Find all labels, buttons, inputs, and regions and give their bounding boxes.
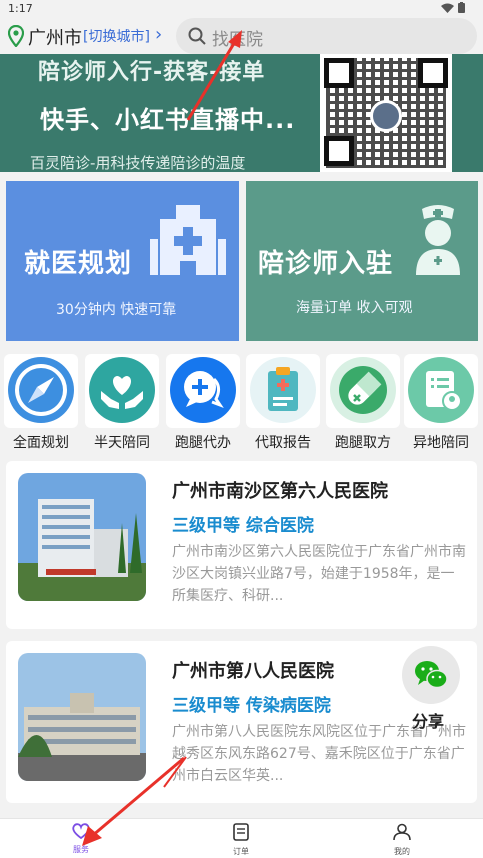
hospital-name: 广州市南沙区第六人民医院	[172, 481, 388, 502]
pill-icon	[339, 366, 387, 414]
service-label: 跑腿取方	[335, 435, 391, 451]
battery-icon	[458, 2, 465, 13]
bottom-tab-bar: 服务 订单 我的	[0, 818, 483, 858]
current-city[interactable]: 广州市	[28, 24, 82, 50]
service-half-day[interactable]	[85, 354, 159, 428]
status-bar: 1:17	[0, 0, 483, 18]
service-prescription[interactable]	[326, 354, 400, 428]
hospital-card[interactable]: 广州市南沙区第六人民医院 三级甲等 综合医院 广州市南沙区第六人民医院位于广东省…	[6, 461, 477, 629]
heart-hands-icon	[101, 376, 143, 409]
hospital-level: 三级甲等 综合医院	[172, 516, 314, 536]
share-button[interactable]	[402, 646, 460, 704]
card-subtitle: 海量订单 收入可观	[296, 300, 413, 316]
share-label: 分享	[412, 712, 445, 731]
service-label: 异地陪同	[413, 435, 469, 451]
service-label: 代取报告	[255, 435, 311, 451]
chat-plus-icon	[184, 371, 224, 409]
status-time: 1:17	[8, 2, 33, 15]
escort-join-card[interactable]: 陪诊师入驻 海量订单 收入可观	[246, 181, 478, 341]
banner-line-2: 快手、小红书直播中...	[40, 106, 296, 134]
tab-profile[interactable]: 我的	[372, 823, 432, 857]
hospital-level: 三级甲等 传染病医院	[172, 696, 331, 716]
medical-planning-card[interactable]: 就医规划 30分钟内 快速可靠	[6, 181, 239, 341]
service-errand[interactable]	[166, 354, 240, 428]
service-report[interactable]	[246, 354, 320, 428]
qr-avatar	[370, 100, 402, 132]
tab-label: 订单	[233, 847, 249, 856]
annotation-arrow-icon	[186, 30, 242, 121]
tab-orders[interactable]: 订单	[211, 823, 271, 857]
hospital-icon	[150, 205, 226, 275]
banner-line-3: 百灵陪诊-用科技传递陪诊的温度	[30, 154, 246, 172]
chevron-right-icon[interactable]: ›	[155, 24, 162, 45]
service-label: 跑腿代办	[175, 435, 231, 451]
service-remote[interactable]	[404, 354, 478, 428]
document-user-icon	[426, 371, 462, 411]
location-pin-icon	[8, 25, 24, 47]
card-title: 陪诊师入驻	[258, 249, 394, 279]
nurse-icon	[416, 205, 460, 275]
clipboard-icon	[268, 367, 298, 411]
service-label: 半天陪同	[94, 435, 150, 451]
wechat-icon	[415, 661, 448, 689]
compass-icon	[15, 364, 67, 416]
hospital-photo	[18, 473, 146, 601]
service-label: 全面规划	[13, 435, 69, 451]
qr-code	[320, 54, 452, 172]
status-icons	[441, 2, 465, 13]
user-icon	[393, 823, 411, 841]
hospital-description: 广州市南沙区第六人民医院位于广东省广州市南沙区大岗镇兴业路7号，始建于1958年…	[172, 544, 466, 604]
switch-city-button[interactable]: [切换城市]	[83, 26, 150, 46]
service-full-planning[interactable]	[4, 354, 78, 428]
service-grid: 全面规划 半天陪同 跑腿代办 代取报告 跑腿取方 异地陪同	[0, 354, 483, 454]
tab-label: 我的	[394, 847, 410, 856]
hospital-name: 广州市第八人民医院	[172, 661, 334, 682]
card-title: 就医规划	[24, 249, 133, 279]
card-subtitle: 30分钟内 快速可靠	[56, 302, 177, 318]
order-icon	[233, 823, 249, 841]
annotation-arrow-icon	[163, 756, 187, 788]
wifi-icon	[441, 3, 454, 13]
